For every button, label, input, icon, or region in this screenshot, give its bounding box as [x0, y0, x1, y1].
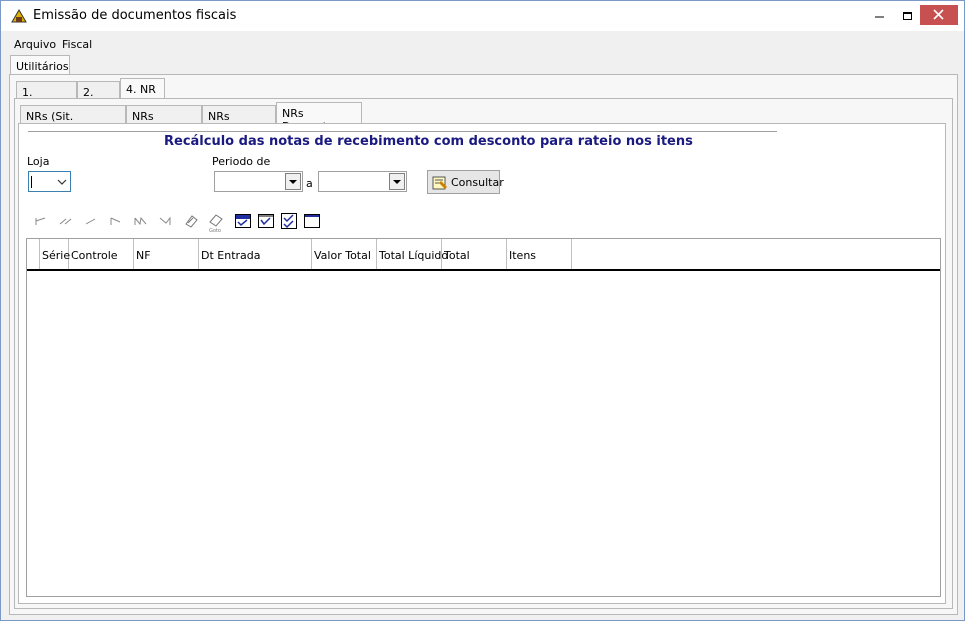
minimize-icon	[875, 16, 884, 18]
window-icon[interactable]	[303, 212, 321, 230]
tab-nr[interactable]: 4. NR	[120, 78, 165, 100]
next-page-icon[interactable]	[132, 212, 150, 230]
close-button[interactable]	[920, 5, 958, 25]
menu-fiscal[interactable]: Fiscal	[62, 38, 92, 51]
app-icon	[11, 9, 27, 23]
minimize-button[interactable]	[865, 1, 895, 31]
menu-bar: Arquivo Fiscal	[1, 35, 964, 53]
tab-nrs-descontos[interactable]: NRs Descontos	[276, 102, 362, 133]
maximize-button[interactable]	[893, 1, 923, 31]
text-caret	[31, 176, 32, 188]
heading-divider	[28, 131, 777, 133]
column-header-total-label: Total	[444, 249, 470, 262]
column-header-itens[interactable]: Itens	[507, 239, 572, 269]
column-header-nf-label: NF	[136, 249, 151, 262]
prior-record-icon[interactable]	[82, 212, 100, 230]
nr-descontos-grid[interactable]: Série Controle NF Dt Entrada Valor Total…	[26, 238, 941, 597]
column-header-serie[interactable]: Série	[40, 239, 71, 269]
column-header-dt-entrada-label: Dt Entrada	[201, 249, 261, 262]
column-header-controle-label: Controle	[71, 249, 118, 262]
column-header-total-liquido[interactable]: Total Líquido	[377, 239, 448, 269]
chevron-down-icon	[57, 179, 67, 185]
grid-indicator-column	[27, 239, 40, 269]
periodo-ate-dropdown[interactable]	[389, 173, 405, 190]
periodo-de-dropdown[interactable]	[285, 173, 301, 190]
close-icon	[933, 9, 944, 20]
tab-utilitarios[interactable]: Utilitários	[10, 55, 70, 75]
column-header-dt-entrada[interactable]: Dt Entrada	[199, 239, 312, 269]
dropdown-arrow-icon	[289, 180, 297, 184]
select-all-icon[interactable]	[234, 212, 252, 230]
column-header-valor-total-label: Valor Total	[314, 249, 371, 262]
menu-arquivo-label: Arquivo	[14, 38, 57, 51]
periodo-ate-select[interactable]	[318, 171, 407, 192]
periodo-de-select[interactable]	[214, 171, 303, 192]
consultar-label: Consultar	[451, 176, 504, 189]
periodo-a-label: a	[306, 177, 313, 190]
checked-items-icon[interactable]	[280, 212, 298, 230]
grid-header: Série Controle NF Dt Entrada Valor Total…	[27, 239, 940, 271]
periodo-label: Periodo de	[212, 155, 271, 168]
consultar-icon	[432, 176, 447, 190]
first-record-icon[interactable]	[32, 212, 50, 230]
svg-text:Goto: Goto	[209, 228, 221, 234]
column-header-valor-total[interactable]: Valor Total	[312, 239, 377, 269]
check-list-icon[interactable]	[257, 212, 275, 230]
window-title: Emissão de documentos fiscais	[33, 8, 237, 23]
column-header-serie-label: Série	[42, 249, 71, 262]
menu-arquivo[interactable]: Arquivo	[14, 38, 56, 51]
title-bar: Emissão de documentos fiscais	[1, 1, 964, 31]
goto-bookmark-icon[interactable]: Goto	[206, 212, 226, 234]
column-header-total[interactable]: Total	[442, 239, 507, 269]
column-header-controle[interactable]: Controle	[69, 239, 134, 269]
next-record-icon[interactable]	[107, 212, 125, 230]
tab-nr-label: 4. NR	[126, 83, 156, 96]
last-record-icon[interactable]	[157, 212, 175, 230]
column-header-total-liquido-label: Total Líquido	[379, 249, 449, 262]
column-header-nf[interactable]: NF	[134, 239, 199, 269]
main-window: Emissão de documentos fiscais Arquivo Fi…	[0, 0, 965, 621]
loja-select[interactable]	[28, 171, 71, 192]
prior-page-icon[interactable]	[57, 212, 75, 230]
page-heading: Recálculo das notas de recebimento com d…	[164, 134, 693, 149]
maximize-icon	[903, 12, 912, 20]
menu-fiscal-label: Fiscal	[62, 38, 93, 51]
tab-nrs-sit-tributaria[interactable]: NRs (Sit. Tributária)	[20, 105, 126, 136]
tab-utilitarios-label: Utilitários	[16, 60, 69, 73]
dropdown-arrow-icon	[393, 180, 401, 184]
loja-label: Loja	[27, 155, 50, 168]
bookmark-icon[interactable]	[182, 212, 200, 230]
tab-nrs-modelo[interactable]: NRs (Modelo)	[126, 105, 202, 136]
tab-nrs-cfops[interactable]: NRs (CFOPs)	[202, 105, 276, 136]
column-header-itens-label: Itens	[509, 249, 537, 262]
consultar-button[interactable]: Consultar	[427, 170, 504, 194]
